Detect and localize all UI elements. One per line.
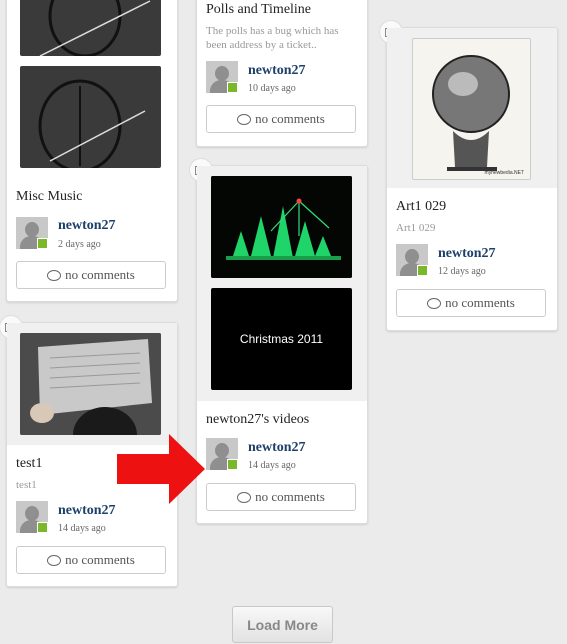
- comment-icon: [427, 297, 442, 309]
- online-indicator: [37, 238, 48, 249]
- timestamp: 10 days ago: [248, 83, 296, 94]
- comments-label: no comments: [445, 295, 515, 310]
- comments-label: no comments: [255, 489, 325, 504]
- username-link[interactable]: newton27: [438, 246, 496, 262]
- card-title[interactable]: Art1 029: [396, 199, 446, 215]
- card-description: The polls has a bug which has been addre…: [206, 25, 339, 51]
- christmas-2011-video-thumbnail[interactable]: Christmas 2011: [211, 288, 352, 390]
- no-comments-button[interactable]: no comments: [206, 105, 356, 133]
- avatar[interactable]: [206, 61, 238, 93]
- username-link[interactable]: newton27: [58, 503, 116, 519]
- red-arrow-annotation: [117, 434, 205, 504]
- violin-photo[interactable]: [20, 0, 161, 56]
- comment-icon: [237, 491, 252, 503]
- online-indicator: [417, 265, 428, 276]
- album-card-misc-music: Misc Music newton27 2 days ago no commen…: [6, 0, 178, 302]
- christmas-lights-thumbnail[interactable]: [211, 176, 352, 278]
- video-caption: Christmas 2011: [239, 332, 324, 346]
- comments-label: no comments: [65, 267, 135, 282]
- card-title[interactable]: test1: [16, 456, 42, 472]
- online-indicator: [227, 82, 238, 93]
- comment-icon: [47, 269, 62, 281]
- card-subtitle: Art1 029: [396, 222, 436, 234]
- avatar[interactable]: [206, 438, 238, 470]
- image-caption: mynewbedia.NET: [484, 170, 524, 176]
- username-link[interactable]: newton27: [58, 218, 116, 234]
- avatar[interactable]: [396, 244, 428, 276]
- timestamp: 14 days ago: [248, 460, 296, 471]
- timestamp: 12 days ago: [438, 266, 486, 277]
- online-indicator: [227, 459, 238, 470]
- no-comments-button[interactable]: no comments: [206, 483, 356, 511]
- card-title[interactable]: Misc Music: [16, 189, 83, 205]
- card-subtitle: test1: [16, 479, 37, 491]
- online-indicator: [37, 522, 48, 533]
- comment-icon: [47, 554, 62, 566]
- no-comments-button[interactable]: no comments: [396, 289, 546, 317]
- timestamp: 2 days ago: [58, 239, 101, 250]
- escher-art-thumbnail[interactable]: mynewbedia.NET: [412, 38, 531, 180]
- album-card-art: mynewbedia.NET Art1 029 Art1 029 newton2…: [379, 20, 558, 331]
- no-comments-button[interactable]: no comments: [16, 546, 166, 574]
- album-card-polls: Polls and Timeline The polls has a bug w…: [196, 0, 368, 147]
- comments-label: no comments: [255, 111, 325, 126]
- comment-icon: [237, 113, 252, 125]
- comments-label: no comments: [65, 552, 135, 567]
- timestamp: 14 days ago: [58, 523, 106, 534]
- username-link[interactable]: newton27: [248, 63, 306, 79]
- card-title[interactable]: Polls and Timeline: [206, 2, 311, 18]
- avatar[interactable]: [16, 217, 48, 249]
- no-comments-button[interactable]: no comments: [16, 261, 166, 289]
- avatar[interactable]: [16, 501, 48, 533]
- test1-video-thumbnail[interactable]: [20, 333, 161, 435]
- card-title[interactable]: newton27's videos: [206, 412, 309, 428]
- violin-photo[interactable]: [20, 66, 161, 168]
- album-card-videos: Christmas 2011 newton27's videos newton2…: [189, 158, 368, 524]
- username-link[interactable]: newton27: [248, 440, 306, 456]
- load-more-button[interactable]: Load More: [232, 606, 333, 643]
